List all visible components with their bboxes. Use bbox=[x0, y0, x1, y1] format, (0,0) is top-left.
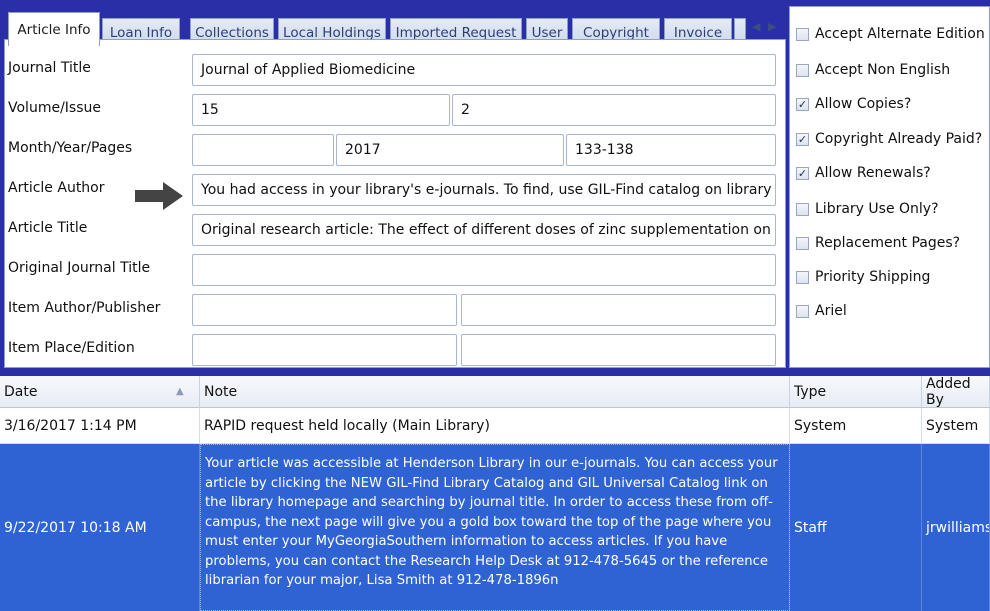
journal-title-field[interactable]: Journal of Applied Biomedicine bbox=[192, 54, 776, 86]
item-author-field[interactable] bbox=[192, 294, 457, 326]
pages-field[interactable]: 133-138 bbox=[566, 134, 776, 166]
original-journal-title-label: Original Journal Title bbox=[8, 260, 151, 276]
ariel-checkbox[interactable]: Ariel bbox=[796, 303, 847, 319]
table-row-note: Your article was accessible at Henderson… bbox=[205, 456, 778, 588]
article-author-field[interactable]: You had access in your library's e-journ… bbox=[192, 174, 776, 206]
journal-title-label: Journal Title bbox=[8, 60, 91, 76]
checkmark-icon: ✓ bbox=[796, 132, 809, 146]
checkmark-icon: ✓ bbox=[796, 166, 809, 180]
item-edition-field[interactable] bbox=[461, 334, 776, 366]
tab-article-info[interactable]: Article Info bbox=[8, 12, 100, 46]
volume-field[interactable]: 15 bbox=[192, 94, 450, 126]
accept-non-english-checkbox[interactable]: Accept Non English bbox=[796, 62, 950, 78]
item-place-edition-label: Item Place/Edition bbox=[8, 340, 135, 356]
item-place-field[interactable] bbox=[192, 334, 457, 366]
item-author-publisher-label: Item Author/Publisher bbox=[8, 300, 161, 316]
table-row-date[interactable]: 9/22/2017 10:18 AM bbox=[0, 444, 200, 611]
library-use-only-checkbox[interactable]: Library Use Only? bbox=[796, 201, 939, 217]
pointer-arrow-icon bbox=[135, 182, 183, 210]
options-panel: Accept Alternate Edition Accept Non Engl… bbox=[789, 6, 990, 368]
table-row-type[interactable]: System bbox=[790, 408, 922, 444]
tab-scroll-right-icon[interactable]: ▶ bbox=[768, 20, 776, 33]
volume-issue-label: Volume/Issue bbox=[8, 100, 101, 116]
added-by-column-header[interactable]: Added By bbox=[922, 376, 990, 408]
table-row-note[interactable]: RAPID request held locally (Main Library… bbox=[200, 408, 790, 444]
tab-scroll-left-icon[interactable]: ◀ bbox=[752, 20, 760, 33]
article-info-panel: Journal Title Journal of Applied Biomedi… bbox=[4, 39, 786, 368]
allow-renewals-checkbox[interactable]: ✓ Allow Renewals? bbox=[796, 165, 931, 181]
priority-shipping-checkbox[interactable]: Priority Shipping bbox=[796, 269, 930, 285]
item-publisher-field[interactable] bbox=[461, 294, 776, 326]
checkbox-icon bbox=[796, 63, 809, 77]
table-row-type[interactable]: Staff bbox=[790, 444, 922, 611]
year-field[interactable]: 2017 bbox=[336, 134, 564, 166]
issue-field[interactable]: 2 bbox=[452, 94, 776, 126]
notes-grid: Date ▲ Note Type Added By 3/16/2017 1:14… bbox=[0, 376, 990, 611]
sort-ascending-icon: ▲ bbox=[176, 386, 184, 397]
checkbox-icon bbox=[796, 270, 809, 284]
original-journal-title-field[interactable] bbox=[192, 254, 776, 286]
month-year-pages-label: Month/Year/Pages bbox=[8, 140, 133, 156]
checkmark-icon: ✓ bbox=[796, 97, 809, 111]
checkbox-icon bbox=[796, 236, 809, 250]
checkbox-icon bbox=[796, 304, 809, 318]
month-field[interactable] bbox=[192, 134, 334, 166]
accept-alternate-edition-checkbox[interactable]: Accept Alternate Edition bbox=[796, 26, 985, 42]
date-column-header[interactable]: Date ▲ bbox=[0, 376, 200, 408]
allow-copies-checkbox[interactable]: ✓ Allow Copies? bbox=[796, 96, 911, 112]
article-title-label: Article Title bbox=[8, 220, 88, 236]
note-column-header[interactable]: Note bbox=[200, 376, 790, 408]
copyright-already-paid-checkbox[interactable]: ✓ Copyright Already Paid? bbox=[796, 131, 982, 147]
checkbox-icon bbox=[796, 27, 809, 41]
table-row-date[interactable]: 3/16/2017 1:14 PM bbox=[0, 408, 200, 444]
table-row-added-by[interactable]: jrwilliams bbox=[922, 444, 990, 611]
checkbox-icon bbox=[796, 202, 809, 216]
article-author-label: Article Author bbox=[8, 180, 105, 196]
table-row-added-by[interactable]: System bbox=[922, 408, 990, 444]
article-title-field[interactable]: Original research article: The effect of… bbox=[192, 214, 776, 246]
type-column-header[interactable]: Type bbox=[790, 376, 922, 408]
replacement-pages-checkbox[interactable]: Replacement Pages? bbox=[796, 235, 960, 251]
